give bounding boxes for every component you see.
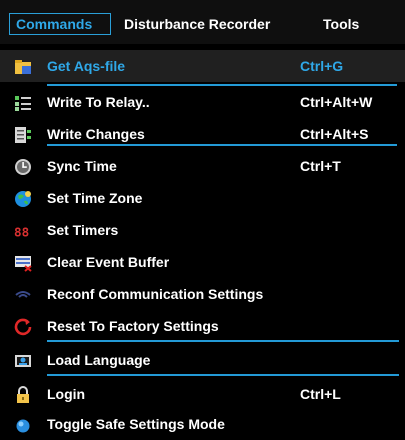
folder-icon bbox=[14, 58, 32, 76]
menu-item-write-to-relay[interactable]: Write To Relay.. Ctrl+Alt+W bbox=[0, 86, 405, 118]
menu-commands[interactable]: Commands bbox=[9, 13, 111, 35]
menu-item-label: Load Language bbox=[47, 352, 151, 368]
menu-separator bbox=[47, 144, 397, 146]
menu-item-load-language[interactable]: Load Language bbox=[0, 344, 405, 376]
menu-item-label: Clear Event Buffer bbox=[47, 254, 170, 270]
menu-bar: Commands Disturbance Recorder Tools bbox=[0, 0, 405, 45]
reset-icon bbox=[14, 318, 32, 336]
relay-write-icon bbox=[14, 94, 32, 112]
menu-item-label: Set Timers bbox=[47, 222, 119, 238]
menu-item-label: Write Changes bbox=[47, 126, 145, 142]
clock-icon bbox=[14, 158, 32, 176]
menu-item-shortcut: Ctrl+G bbox=[300, 58, 344, 74]
menu-item-toggle-safe-mode[interactable]: Toggle Safe Settings Mode bbox=[0, 408, 405, 440]
lock-icon bbox=[14, 386, 32, 404]
svg-text:88: 88 bbox=[14, 224, 29, 239]
menu-item-label: Sync Time bbox=[47, 158, 117, 174]
menu-item-shortcut: Ctrl+L bbox=[300, 386, 341, 402]
list-changes-icon bbox=[14, 126, 32, 144]
communication-icon bbox=[14, 286, 32, 304]
clear-buffer-icon bbox=[14, 254, 32, 272]
menu-item-label: Reconf Communication Settings bbox=[47, 286, 264, 302]
menu-item-reconf-communication[interactable]: Reconf Communication Settings bbox=[0, 278, 405, 310]
digits-88-icon: 88 bbox=[14, 222, 32, 240]
commands-dropdown: Get Aqs-file Ctrl+G Write To Relay.. Ctr… bbox=[0, 44, 405, 434]
menu-item-sync-time[interactable]: Sync Time Ctrl+T bbox=[0, 150, 405, 182]
menu-separator bbox=[47, 374, 399, 376]
menu-item-label: Toggle Safe Settings Mode bbox=[47, 416, 225, 432]
menu-item-set-timers[interactable]: 88 Set Timers bbox=[0, 214, 405, 246]
menu-item-set-time-zone[interactable]: Set Time Zone bbox=[0, 182, 405, 214]
menu-item-label: Set Time Zone bbox=[47, 190, 143, 206]
safe-mode-icon bbox=[14, 416, 32, 434]
menu-item-shortcut: Ctrl+Alt+S bbox=[300, 126, 369, 142]
globe-icon bbox=[14, 190, 32, 208]
menu-item-reset-factory[interactable]: Reset To Factory Settings bbox=[0, 310, 405, 342]
menu-item-label: Reset To Factory Settings bbox=[47, 318, 219, 334]
menu-item-shortcut: Ctrl+Alt+W bbox=[300, 94, 373, 110]
menu-item-get-aqs-file[interactable]: Get Aqs-file Ctrl+G bbox=[0, 50, 405, 82]
menu-tools[interactable]: Tools bbox=[317, 13, 365, 35]
menu-item-label: Login bbox=[47, 386, 86, 402]
menu-item-clear-event-buffer[interactable]: Clear Event Buffer bbox=[0, 246, 405, 278]
menu-separator bbox=[47, 340, 399, 342]
menu-item-shortcut: Ctrl+T bbox=[300, 158, 341, 174]
language-icon bbox=[14, 352, 32, 370]
menu-item-label: Write To Relay.. bbox=[47, 94, 150, 110]
menu-disturbance-recorder[interactable]: Disturbance Recorder bbox=[118, 13, 276, 35]
menu-item-label: Get Aqs-file bbox=[47, 58, 126, 74]
menu-item-login[interactable]: Login Ctrl+L bbox=[0, 378, 405, 410]
